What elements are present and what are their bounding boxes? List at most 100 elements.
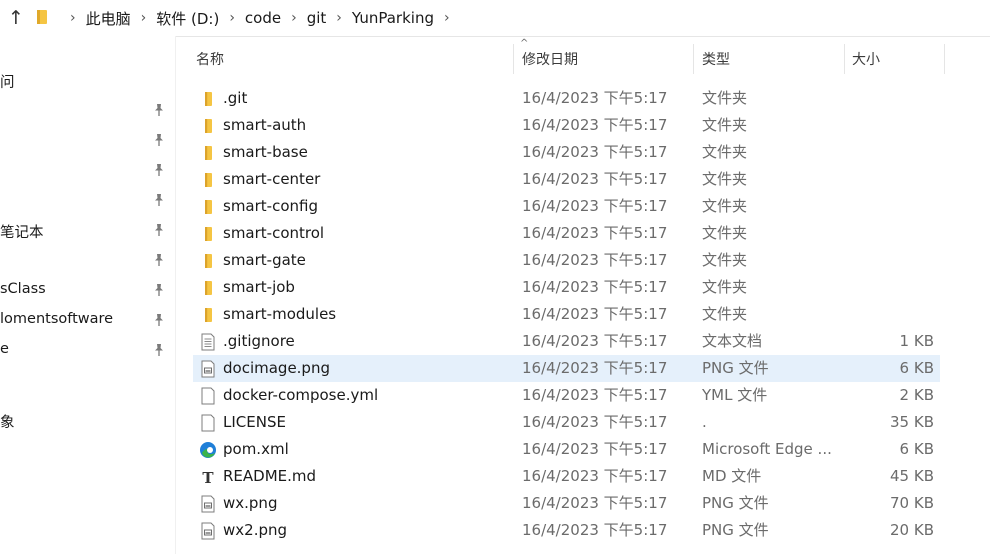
file-name: smart-modules [223,305,337,323]
folder-icon[interactable] [36,9,48,25]
breadcrumb-item[interactable]: 软件 (D:) [156,8,219,29]
file-name: smart-job [223,278,295,296]
file-row[interactable]: smart-job 16/4/2023 下午5:17 文件夹 [193,274,940,301]
file-date: 16/4/2023 下午5:17 [522,440,668,458]
file-type: PNG 文件 [702,494,769,512]
pin-icon[interactable] [152,163,166,177]
sidebar-item[interactable]: 笔记本 [0,221,44,241]
folder-icon [205,92,212,106]
folder-icon [205,119,212,133]
file-row[interactable]: wx.png 16/4/2023 下午5:17 PNG 文件 70 KB [193,490,940,517]
column-header: ^ 名称 修改日期 类型 大小 [176,36,990,74]
file-date: 16/4/2023 下午5:17 [522,143,668,161]
pin-icon[interactable] [152,253,166,267]
sidebar-item[interactable]: 问 [0,71,15,91]
folder-icon [205,200,212,214]
folder-icon [205,146,212,160]
blank-file-icon [201,387,215,405]
chevron-right-icon[interactable]: › [60,10,86,26]
file-row[interactable]: LICENSE 16/4/2023 下午5:17. 35 KB [193,409,940,436]
folder-icon [205,173,212,187]
file-row[interactable]: smart-control 16/4/2023 下午5:17 文件夹 [193,220,940,247]
file-row[interactable]: smart-modules 16/4/2023 下午5:17 文件夹 [193,301,940,328]
pin-icon[interactable] [152,223,166,237]
file-type: 文件夹 [702,197,748,215]
column-divider[interactable] [513,44,514,74]
file-date: 16/4/2023 下午5:17 [522,521,668,539]
blank-file-icon [201,414,215,432]
file-size: 1 KB [899,332,934,350]
file-date: 16/4/2023 下午5:17 [522,413,668,431]
file-row[interactable]: wx2.png 16/4/2023 下午5:17 PNG 文件 20 KB [193,517,940,544]
file-date: 16/4/2023 下午5:17 [522,359,668,377]
file-type: 文件夹 [702,224,748,242]
chevron-right-icon[interactable]: › [131,10,157,26]
sidebar-item[interactable]: 象 [0,411,15,431]
file-name: smart-config [223,197,318,215]
sidebar-item[interactable]: sClass [0,281,46,301]
file-row[interactable]: .gitignore 16/4/2023 下午5:17 文本文档 1 KB [193,328,940,355]
file-row[interactable]: T README.md 16/4/2023 下午5:17 MD 文件 45 KB [193,463,940,490]
file-name: LICENSE [223,413,286,431]
file-row[interactable]: docker-compose.yml 16/4/2023 下午5:17 YML 文件… [193,382,940,409]
file-row[interactable]: smart-auth 16/4/2023 下午5:17 文件夹 [193,112,940,139]
folder-icon [205,281,212,295]
chevron-right-icon[interactable]: › [281,10,307,26]
file-date: 16/4/2023 下午5:17 [522,332,668,350]
address-bar: ↑ › 此电脑 › 软件 (D:) › code › git › YunPark… [0,0,990,37]
sidebar-item[interactable]: e [0,341,9,361]
file-type: 文件夹 [702,305,748,323]
breadcrumb-item[interactable]: YunParking [352,9,434,27]
file-row[interactable]: .git 16/4/2023 下午5:17 文件夹 [193,85,940,112]
chevron-right-icon[interactable]: › [326,10,352,26]
file-type: MD 文件 [702,467,762,485]
navigation-pane: 问笔记本 sClass lomentsoftware e 象 [0,36,175,554]
file-row[interactable]: smart-gate 16/4/2023 下午5:17 文件夹 [193,247,940,274]
file-type: 文件夹 [702,278,748,296]
column-header-date[interactable]: 修改日期 [522,36,578,74]
file-name: smart-center [223,170,321,188]
chevron-right-icon[interactable]: › [219,10,245,26]
breadcrumb-item[interactable]: 此电脑 [86,8,131,29]
file-row[interactable]: smart-base 16/4/2023 下午5:17 文件夹 [193,139,940,166]
file-type: YML 文件 [702,386,768,404]
file-name: .git [223,89,248,107]
file-row[interactable]: smart-config 16/4/2023 下午5:17 文件夹 [193,193,940,220]
pin-icon[interactable] [152,133,166,147]
file-row[interactable]: smart-center 16/4/2023 下午5:17 文件夹 [193,166,940,193]
column-divider[interactable] [944,44,945,74]
file-name: pom.xml [223,440,289,458]
column-header-size[interactable]: 大小 [852,36,880,74]
file-row[interactable]: pom.xml 16/4/2023 下午5:17 Microsoft Edge ..… [193,436,940,463]
folder-icon [205,308,212,322]
svg-text:T: T [202,469,214,486]
pin-icon[interactable] [152,103,166,117]
file-date: 16/4/2023 下午5:17 [522,386,668,404]
sidebar-item[interactable]: lomentsoftware [0,311,113,331]
file-date: 16/4/2023 下午5:17 [522,197,668,215]
file-type: . [702,413,707,431]
column-divider[interactable] [693,44,694,74]
image-file-icon [201,522,215,540]
column-header-type[interactable]: 类型 [702,36,730,74]
pin-icon[interactable] [152,193,166,207]
breadcrumb: › 此电脑 › 软件 (D:) › code › git › YunParkin… [60,0,460,36]
file-row[interactable]: docimage.png 16/4/2023 下午5:17 PNG 文件 6 KB [193,355,940,382]
file-date: 16/4/2023 下午5:17 [522,116,668,134]
breadcrumb-item[interactable]: code [245,9,281,27]
file-date: 16/4/2023 下午5:17 [522,305,668,323]
file-name: docimage.png [223,359,330,377]
pin-icon[interactable] [152,313,166,327]
file-type: Microsoft Edge ... [702,440,832,458]
file-type: 文本文档 [702,332,763,350]
folder-icon [205,254,212,268]
pin-icon[interactable] [152,343,166,357]
chevron-right-icon[interactable]: › [434,10,460,26]
file-type: PNG 文件 [702,521,769,539]
column-header-name[interactable]: 名称 [196,36,224,74]
pin-icon[interactable] [152,283,166,297]
breadcrumb-item[interactable]: git [307,9,327,27]
up-arrow-icon[interactable]: ↑ [6,7,26,29]
file-type: 文件夹 [702,116,748,134]
column-divider[interactable] [844,44,845,74]
